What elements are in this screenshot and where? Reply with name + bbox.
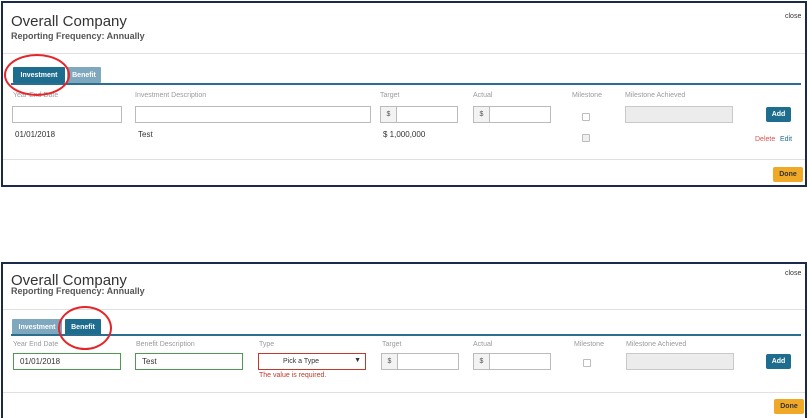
target-input[interactable]: $ (380, 106, 458, 123)
done-button[interactable]: Done (773, 167, 803, 182)
year-end-date-input[interactable]: 01/01/2018 (13, 353, 121, 370)
currency-addon: $ (381, 353, 397, 370)
currency-addon: $ (473, 353, 489, 370)
investment-description-input[interactable] (135, 106, 371, 123)
col-actual: Actual (473, 341, 493, 348)
actual-input[interactable]: $ (473, 353, 551, 370)
edit-link[interactable]: Edit (780, 136, 792, 143)
footer-divider (3, 392, 805, 393)
investment-dialog: Overall Company Reporting Frequency: Ann… (1, 1, 807, 187)
currency-addon: $ (380, 106, 396, 123)
dialog-subtitle: Reporting Frequency: Annually (11, 286, 145, 296)
milestone-checkbox[interactable] (582, 113, 590, 121)
dialog-title: Overall Company (11, 13, 127, 30)
benefit-dialog: Overall Company Reporting Frequency: Ann… (1, 262, 807, 418)
col-target: Target (382, 341, 402, 348)
col-milestone-achieved: Milestone Achieved (626, 341, 687, 348)
milestone-achieved-input (626, 353, 734, 370)
target-input[interactable]: $ (381, 353, 459, 370)
col-milestone: Milestone (572, 92, 602, 99)
caret-down-icon: ▼ (354, 357, 361, 364)
tab-investment[interactable]: Investment (13, 67, 65, 83)
col-year-end-date: Year End Date (13, 341, 59, 348)
col-milestone: Milestone (574, 341, 604, 348)
benefit-description-input[interactable]: Test (135, 353, 243, 370)
tab-benefit[interactable]: Benefit (65, 319, 101, 335)
done-button[interactable]: Done (774, 399, 804, 414)
header-divider (3, 53, 805, 54)
dialog-subtitle: Reporting Frequency: Annually (11, 31, 145, 41)
tab-benefit[interactable]: Benefit (67, 67, 101, 83)
tab-investment[interactable]: Investment (12, 319, 62, 335)
year-end-date-input[interactable] (12, 106, 122, 123)
actual-input[interactable]: $ (473, 106, 551, 123)
col-description: Benefit Description (136, 341, 195, 348)
close-button[interactable]: close (785, 270, 801, 277)
delete-link[interactable]: Delete (755, 136, 775, 143)
currency-addon: $ (473, 106, 489, 123)
type-select[interactable]: Pick a Type ▼ (258, 353, 366, 370)
tabs-underline (11, 83, 801, 85)
row-year-end-date: 01/01/2018 (15, 130, 56, 139)
tabs-underline (11, 334, 801, 336)
col-milestone-achieved: Milestone Achieved (625, 92, 686, 99)
type-select-value: Pick a Type (283, 358, 320, 365)
type-error-message: The value is required. (259, 372, 327, 379)
row-milestone-checkbox (582, 134, 590, 142)
footer-divider (3, 159, 805, 160)
row-target: $ 1,000,000 (383, 130, 426, 139)
milestone-checkbox[interactable] (583, 359, 591, 367)
header-divider (3, 309, 805, 310)
col-year-end-date: Year End Date (13, 92, 59, 99)
close-button[interactable]: close (785, 13, 801, 20)
target-field[interactable] (396, 106, 458, 123)
col-target: Target (380, 92, 400, 99)
target-field[interactable] (397, 353, 459, 370)
milestone-achieved-input (625, 106, 733, 123)
col-type: Type (259, 341, 275, 348)
add-button[interactable]: Add (766, 107, 791, 122)
col-description: Investment Description (135, 92, 207, 99)
col-actual: Actual (473, 92, 493, 99)
actual-field[interactable] (489, 106, 551, 123)
add-button[interactable]: Add (766, 354, 791, 369)
row-description: Test (138, 130, 153, 139)
actual-field[interactable] (489, 353, 551, 370)
